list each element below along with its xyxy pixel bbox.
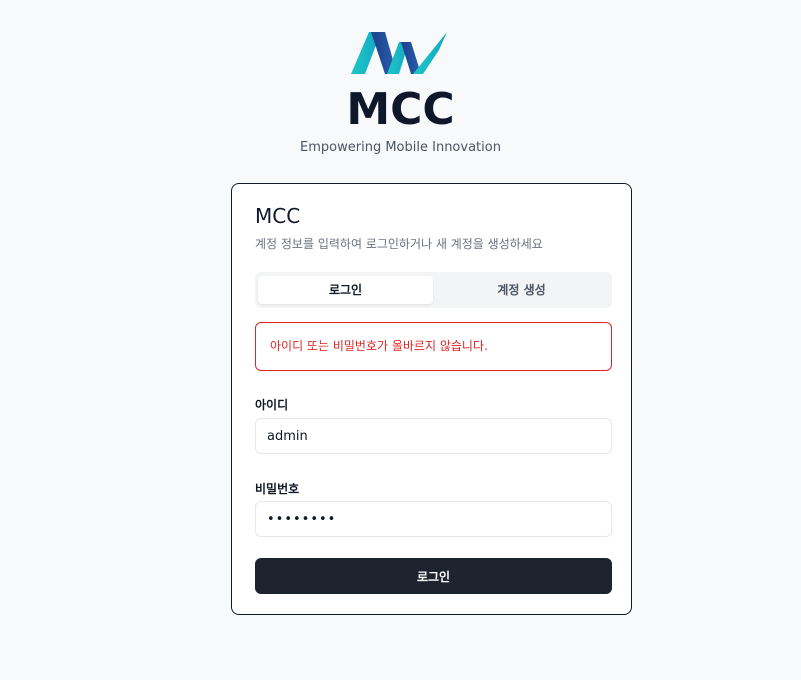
login-page: MCC Empowering Mobile Innovation MCC 계정 …	[0, 0, 801, 680]
card-title: MCC	[255, 204, 301, 228]
card-description: 계정 정보를 입력하여 로그인하거나 새 계정을 생성하세요	[255, 237, 543, 251]
password-input[interactable]	[255, 501, 612, 537]
login-card: MCC 계정 정보를 입력하여 로그인하거나 새 계정을 생성하세요 로그인 계…	[231, 183, 632, 615]
password-label: 비밀번호	[255, 482, 300, 496]
error-alert: 아이디 또는 비밀번호가 올바르지 않습니다.	[255, 322, 612, 371]
username-input[interactable]	[255, 418, 612, 454]
brand-subtitle: Empowering Mobile Innovation	[300, 140, 501, 155]
brand-header: MCC Empowering Mobile Innovation	[0, 28, 801, 155]
brand-title: MCC	[346, 84, 455, 135]
tab-create-account[interactable]: 계정 생성	[434, 276, 609, 304]
auth-tabs: 로그인 계정 생성	[255, 272, 612, 308]
login-button[interactable]: 로그인	[255, 558, 612, 594]
username-label: 아이디	[255, 398, 289, 412]
mcc-logo-icon	[350, 32, 447, 74]
tab-login[interactable]: 로그인	[258, 276, 433, 304]
